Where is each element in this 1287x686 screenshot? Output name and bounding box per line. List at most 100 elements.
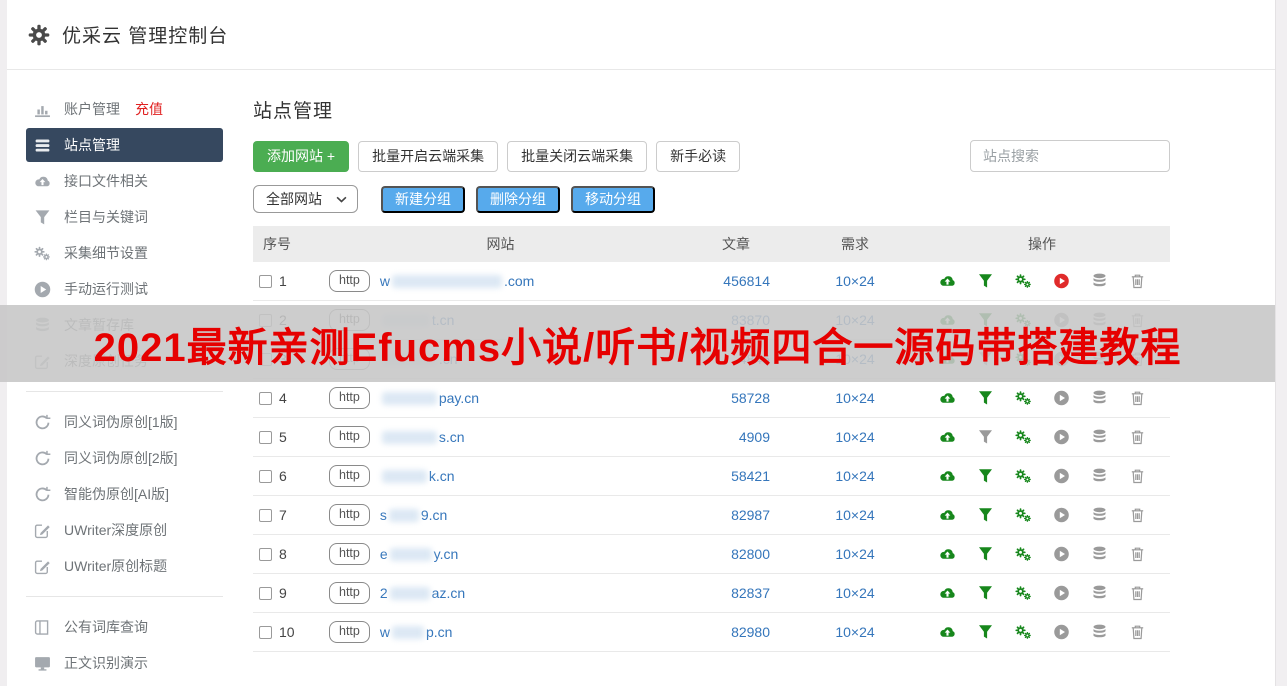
play-icon[interactable]: [1053, 546, 1070, 562]
trash-icon[interactable]: [1129, 624, 1146, 640]
delete-group-button[interactable]: 删除分组: [476, 186, 560, 213]
articles-count[interactable]: 82980: [676, 624, 796, 640]
demand-value[interactable]: 10×24: [796, 507, 914, 523]
trash-icon[interactable]: [1129, 585, 1146, 601]
cloud-upload-icon[interactable]: [939, 351, 956, 367]
trash-icon[interactable]: [1129, 273, 1146, 289]
site-link[interactable]: wp.cn: [380, 624, 453, 640]
play-icon[interactable]: [1053, 351, 1070, 367]
gears-icon[interactable]: [1015, 351, 1032, 367]
articles-count[interactable]: 82987: [676, 507, 796, 523]
filter-icon[interactable]: [977, 429, 994, 445]
trash-icon[interactable]: [1129, 390, 1146, 406]
site-link[interactable]: pay.cn: [380, 390, 479, 406]
move-group-button[interactable]: 移动分组: [571, 186, 655, 213]
database-icon[interactable]: [1091, 351, 1108, 367]
row-checkbox[interactable]: [259, 392, 272, 405]
row-checkbox[interactable]: [259, 275, 272, 288]
articles-count[interactable]: 456814: [676, 273, 796, 289]
sidebar-item-filter[interactable]: 栏目与关键词: [26, 200, 223, 234]
cloud-upload-icon[interactable]: [939, 585, 956, 601]
play-icon[interactable]: [1053, 429, 1070, 445]
filter-icon[interactable]: [977, 546, 994, 562]
filter-icon[interactable]: [977, 390, 994, 406]
gears-icon[interactable]: [1015, 468, 1032, 484]
site-link[interactable]: .cn: [380, 351, 458, 367]
row-checkbox[interactable]: [259, 548, 272, 561]
row-checkbox[interactable]: [259, 431, 272, 444]
filter-icon[interactable]: [977, 585, 994, 601]
batch-close-button[interactable]: 批量关闭云端采集: [507, 141, 647, 172]
trash-icon[interactable]: [1129, 429, 1146, 445]
cloud-upload-icon[interactable]: [939, 624, 956, 640]
trash-icon[interactable]: [1129, 507, 1146, 523]
filter-icon[interactable]: [977, 507, 994, 523]
site-link[interactable]: ey.cn: [380, 546, 458, 562]
site-link[interactable]: s9.cn: [380, 507, 447, 523]
new-group-button[interactable]: 新建分组: [381, 186, 465, 213]
sidebar-item-edit[interactable]: UWriter深度原创: [26, 513, 223, 547]
articles-count[interactable]: 4846: [676, 351, 796, 367]
newbie-guide-button[interactable]: 新手必读: [656, 141, 740, 172]
group-select[interactable]: 全部网站: [253, 185, 358, 213]
scrollbar[interactable]: [1275, 0, 1287, 686]
cloud-upload-icon[interactable]: [939, 546, 956, 562]
demand-value[interactable]: 10×24: [796, 312, 914, 328]
trash-icon[interactable]: [1129, 312, 1146, 328]
recharge-badge[interactable]: 充值: [135, 99, 163, 119]
site-search-input[interactable]: [970, 140, 1170, 172]
filter-icon[interactable]: [977, 624, 994, 640]
cloud-upload-icon[interactable]: [939, 507, 956, 523]
articles-count[interactable]: 58728: [676, 390, 796, 406]
articles-count[interactable]: 82837: [676, 585, 796, 601]
filter-icon[interactable]: [977, 468, 994, 484]
filter-icon[interactable]: [977, 312, 994, 328]
database-icon[interactable]: [1091, 585, 1108, 601]
row-checkbox[interactable]: [259, 470, 272, 483]
database-icon[interactable]: [1091, 312, 1108, 328]
gears-icon[interactable]: [1015, 390, 1032, 406]
play-icon[interactable]: [1053, 585, 1070, 601]
demand-value[interactable]: 10×24: [796, 585, 914, 601]
sidebar-item-gears[interactable]: 采集细节设置: [26, 236, 223, 270]
articles-count[interactable]: 83870: [676, 312, 796, 328]
trash-icon[interactable]: [1129, 468, 1146, 484]
cloud-upload-icon[interactable]: [939, 468, 956, 484]
database-icon[interactable]: [1091, 429, 1108, 445]
play-icon[interactable]: [1053, 312, 1070, 328]
demand-value[interactable]: 10×24: [796, 390, 914, 406]
demand-value[interactable]: 10×24: [796, 624, 914, 640]
cloud-upload-icon[interactable]: [939, 390, 956, 406]
gears-icon[interactable]: [1015, 312, 1032, 328]
cloud-upload-icon[interactable]: [939, 273, 956, 289]
filter-icon[interactable]: [977, 351, 994, 367]
play-icon[interactable]: [1053, 468, 1070, 484]
demand-value[interactable]: 10×24: [796, 351, 914, 367]
cloud-upload-icon[interactable]: [939, 429, 956, 445]
batch-open-button[interactable]: 批量开启云端采集: [358, 141, 498, 172]
site-link[interactable]: k.cn: [380, 468, 455, 484]
sidebar-item-bar-chart[interactable]: 账户管理 充值: [26, 92, 223, 126]
demand-value[interactable]: 10×24: [796, 546, 914, 562]
demand-value[interactable]: 10×24: [796, 429, 914, 445]
articles-count[interactable]: 4909: [676, 429, 796, 445]
sidebar-item-refresh[interactable]: 智能伪原创[AI版]: [26, 477, 223, 511]
row-checkbox[interactable]: [259, 509, 272, 522]
site-link[interactable]: 2az.cn: [380, 585, 465, 601]
database-icon[interactable]: [1091, 273, 1108, 289]
database-icon[interactable]: [1091, 624, 1108, 640]
demand-value[interactable]: 10×24: [796, 468, 914, 484]
articles-count[interactable]: 82800: [676, 546, 796, 562]
sidebar-item-cloud-upload[interactable]: 接口文件相关: [26, 164, 223, 198]
gears-icon[interactable]: [1015, 429, 1032, 445]
play-icon[interactable]: [1053, 273, 1070, 289]
database-icon[interactable]: [1091, 507, 1108, 523]
cloud-upload-icon[interactable]: [939, 312, 956, 328]
site-link[interactable]: w.com: [380, 273, 534, 289]
play-icon[interactable]: [1053, 624, 1070, 640]
add-site-button[interactable]: 添加网站 +: [253, 141, 349, 172]
trash-icon[interactable]: [1129, 351, 1146, 367]
database-icon[interactable]: [1091, 546, 1108, 562]
sidebar-item-monitor[interactable]: 正文识别演示: [26, 646, 223, 680]
gears-icon[interactable]: [1015, 273, 1032, 289]
